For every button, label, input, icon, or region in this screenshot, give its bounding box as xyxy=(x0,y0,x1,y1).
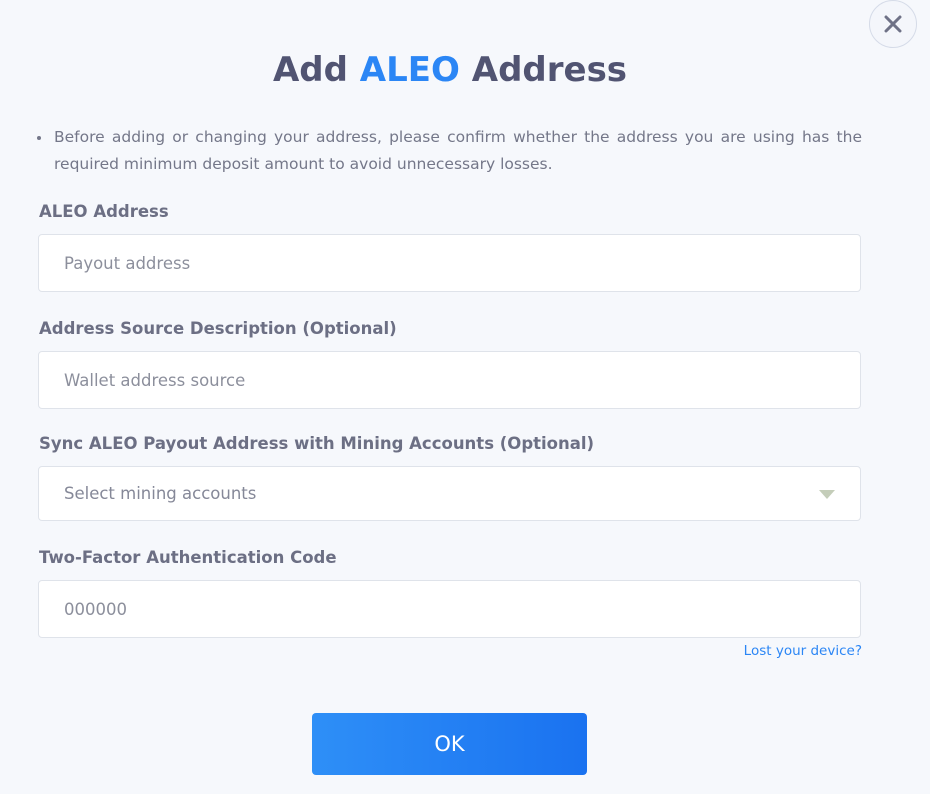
notice-list: Before adding or changing your address, … xyxy=(34,124,862,178)
close-icon xyxy=(884,15,902,33)
lost-device-link[interactable]: Lost your device? xyxy=(700,641,862,661)
two-factor-label: Two-Factor Authentication Code xyxy=(39,548,337,567)
source-description-field xyxy=(38,351,861,409)
mining-accounts-placeholder: Select mining accounts xyxy=(64,484,257,503)
two-factor-field xyxy=(38,580,861,638)
source-description-label: Address Source Description (Optional) xyxy=(39,319,397,338)
title-accent: ALEO xyxy=(359,50,460,90)
chevron-down-icon xyxy=(819,490,835,499)
source-description-input[interactable] xyxy=(39,352,860,408)
aleo-address-label: ALEO Address xyxy=(39,202,169,221)
mining-accounts-select[interactable]: Select mining accounts xyxy=(38,466,861,521)
two-factor-input[interactable] xyxy=(39,581,860,637)
title-suffix: Address xyxy=(471,50,628,90)
sync-accounts-label: Sync ALEO Payout Address with Mining Acc… xyxy=(39,434,595,453)
ok-button[interactable]: OK xyxy=(312,713,587,775)
title-prefix: Add xyxy=(272,50,348,90)
aleo-address-field xyxy=(38,234,861,292)
close-button[interactable] xyxy=(869,0,917,48)
dialog-title: Add ALEO Address xyxy=(0,44,900,96)
notice-text: Before adding or changing your address, … xyxy=(34,124,862,178)
aleo-address-input[interactable] xyxy=(39,235,860,291)
